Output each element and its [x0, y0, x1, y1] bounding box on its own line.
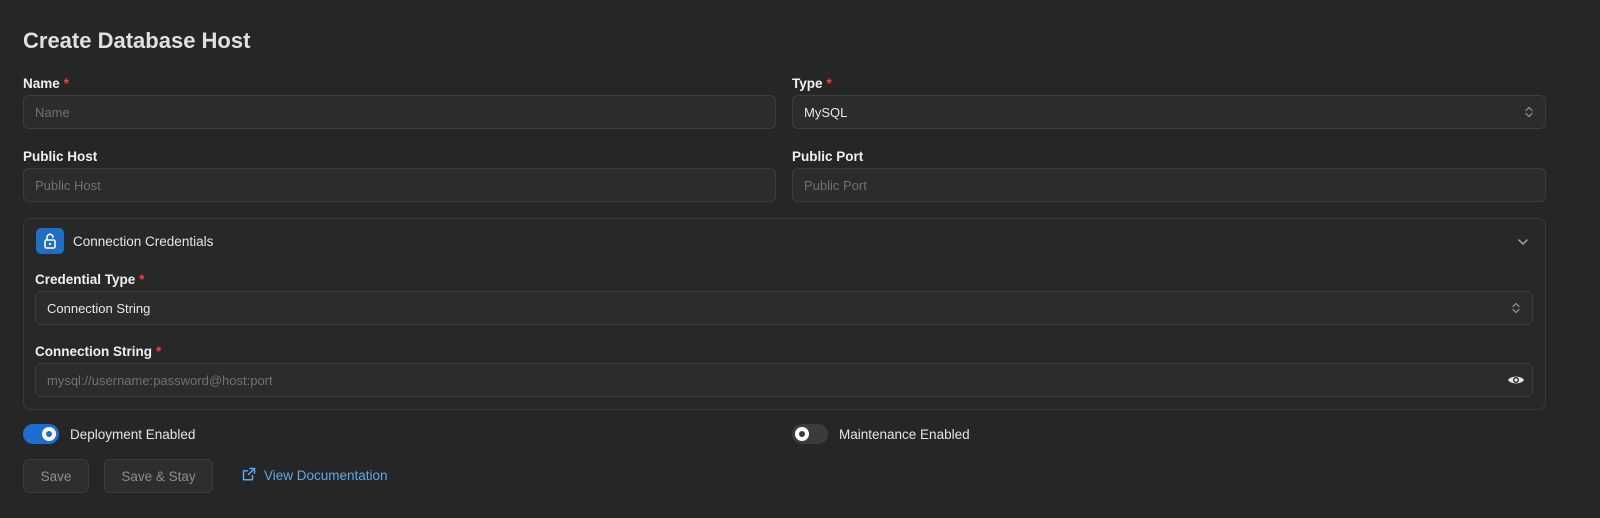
credential-type-value: Connection String [47, 300, 151, 316]
required-mark: * [139, 272, 145, 287]
public-port-label: Public Port [792, 149, 864, 164]
maintenance-toggle[interactable] [792, 424, 828, 444]
deployment-toggle[interactable] [23, 424, 59, 444]
public-host-label: Public Host [23, 149, 98, 164]
chevron-updown-icon [1511, 301, 1521, 315]
credential-type-label: Credential Type * [35, 272, 145, 287]
maintenance-label: Maintenance Enabled [839, 427, 970, 442]
public-host-input[interactable] [23, 168, 776, 202]
chevron-updown-icon [1524, 105, 1534, 119]
save-button[interactable]: Save [23, 459, 89, 493]
unlock-icon [36, 228, 64, 254]
page-title: Create Database Host [23, 28, 251, 53]
deployment-label: Deployment Enabled [70, 427, 196, 442]
name-label: Name * [23, 76, 70, 91]
type-label: Type * [792, 76, 832, 91]
required-mark: * [63, 76, 70, 91]
credential-type-select[interactable]: Connection String [35, 291, 1533, 325]
type-select-value: MySQL [804, 104, 848, 120]
view-documentation-label: View Documentation [264, 468, 388, 483]
connection-string-input[interactable] [35, 363, 1533, 397]
external-link-icon [242, 467, 256, 484]
public-port-input[interactable] [792, 168, 1546, 202]
type-select[interactable]: MySQL [792, 95, 1546, 129]
view-documentation-link[interactable]: View Documentation [242, 467, 388, 484]
required-mark: * [156, 344, 162, 359]
connection-string-label: Connection String * [35, 344, 162, 359]
eye-icon[interactable] [1507, 371, 1525, 389]
chevron-down-icon[interactable] [1516, 235, 1530, 249]
required-mark: * [826, 76, 832, 91]
toggle-knob [795, 427, 809, 441]
section-title: Connection Credentials [73, 234, 214, 249]
toggle-knob [42, 427, 56, 441]
name-input[interactable] [23, 95, 776, 129]
save-stay-button[interactable]: Save & Stay [104, 459, 213, 493]
